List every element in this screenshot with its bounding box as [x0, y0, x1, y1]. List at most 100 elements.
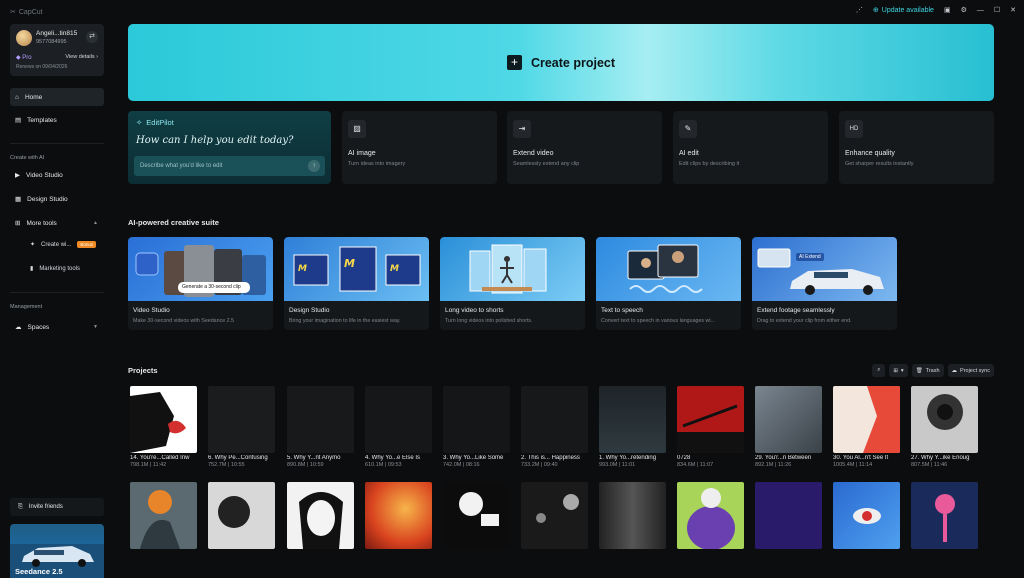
- project-title: 1. Why Yo...retending: [599, 455, 657, 461]
- view-details-label: View details: [65, 54, 95, 60]
- project-thumb[interactable]: [833, 386, 900, 453]
- thumb-art: [218, 496, 250, 528]
- project-thumb[interactable]: [599, 482, 666, 549]
- project-thumb[interactable]: [911, 386, 978, 453]
- project-thumb[interactable]: [130, 482, 197, 549]
- project-thumb[interactable]: [208, 482, 275, 549]
- sidebar-subitem-label: Marketing tools: [39, 265, 80, 272]
- sync-label: Project sync: [960, 367, 990, 374]
- view-details-link[interactable]: View details ›: [65, 54, 98, 60]
- divider: [10, 143, 104, 144]
- project-thumb[interactable]: [755, 386, 822, 453]
- project-thumb[interactable]: [287, 482, 354, 549]
- sidebar-item-label: Design Studio: [27, 195, 68, 203]
- create-project-label: Create project: [530, 55, 616, 70]
- project-thumb[interactable]: [365, 386, 432, 453]
- home-icon: ⌂: [15, 93, 19, 101]
- project-thumb[interactable]: [130, 386, 197, 453]
- project-title: 14. You're...Called Inw: [130, 455, 190, 461]
- suite-card-video-studio[interactable]: Generate a 30-second clip Video Studio M…: [128, 237, 273, 330]
- plus-icon: +: [506, 55, 522, 70]
- ai-extend-badge: AI Extend: [796, 253, 824, 261]
- svg-text:M: M: [298, 264, 307, 274]
- main-area: + Create project ✧ EditPilot How can I h…: [112, 0, 1024, 552]
- section-label: Create with AI: [10, 155, 45, 161]
- card-title: Text to speech: [601, 307, 643, 314]
- sidebar-item-design-studio[interactable]: ▦ Design Studio: [10, 190, 104, 208]
- card-subtitle: Make 30-second videos with Seedance 2.5: [133, 318, 234, 324]
- thumb-art: [677, 404, 744, 453]
- send-icon[interactable]: ↑: [308, 160, 320, 172]
- editpilot-title-label: EditPilot: [146, 118, 174, 127]
- editpilot-placeholder: Describe what you'd like to edit: [140, 163, 223, 169]
- avatar[interactable]: [16, 30, 32, 46]
- diamond-icon: ◆: [16, 55, 21, 61]
- card-subtitle: Convert text to speech in various langua…: [601, 318, 715, 324]
- project-thumb[interactable]: [521, 482, 588, 549]
- invite-label: Invite friends: [28, 504, 63, 510]
- card-image: AI Extend: [752, 237, 897, 301]
- suite-card-design-studio[interactable]: M M M Design Studio Bring your imaginati…: [284, 237, 429, 330]
- view-toggle[interactable]: ⊞ ▾: [889, 364, 908, 377]
- card-title: Video Studio: [133, 307, 170, 314]
- project-thumb[interactable]: [443, 386, 510, 453]
- editpilot-icon: ✧: [136, 118, 143, 127]
- sidebar-item-video-studio[interactable]: ▶ Video Studio: [10, 166, 104, 184]
- trash-button[interactable]: 🗑 Trash: [911, 364, 944, 377]
- sidebar-item-more-tools[interactable]: ⊞ More tools ▲: [10, 214, 104, 232]
- project-thumb[interactable]: [677, 482, 744, 549]
- renew-date: Renews on 09/04/2026: [16, 64, 68, 70]
- project-thumb[interactable]: [208, 386, 275, 453]
- tool-extend-video[interactable]: ⇥ Extend video Seamlessly extend any cli…: [507, 111, 662, 184]
- sidebar-item-label: More tools: [26, 219, 57, 227]
- project-thumb[interactable]: [287, 386, 354, 453]
- card-subtitle: Turn long videos into polished shorts.: [445, 318, 533, 324]
- suite-heading: AI-powered creative suite: [128, 218, 219, 227]
- sidebar-subitem-marketing[interactable]: ▮ Marketing tools: [30, 265, 80, 273]
- editpilot-input[interactable]: Describe what you'd like to edit ↑: [134, 156, 325, 176]
- promo-banner[interactable]: Seedance 2.5: [10, 524, 104, 578]
- account-card[interactable]: Angeli...tin815 9577084995 ⇄ ◆ Pro View …: [10, 24, 104, 76]
- project-thumb[interactable]: [521, 386, 588, 453]
- image-icon: ▨: [348, 120, 366, 138]
- sidebar-item-label: Spaces: [27, 323, 50, 331]
- grid-view-icon: ⊞: [893, 367, 898, 374]
- project-thumb[interactable]: [599, 386, 666, 453]
- thumb-art: [140, 490, 180, 549]
- tool-ai-image[interactable]: ▨ AI image Turn ideas into imagery: [342, 111, 497, 184]
- gift-icon: ⎘: [18, 503, 23, 510]
- invite-friends-button[interactable]: ⎘ Invite friends: [10, 498, 104, 516]
- card-image: Generate a 30-second clip: [128, 237, 273, 301]
- project-title: 30. You Al...n't See It: [833, 455, 889, 461]
- project-thumb[interactable]: [365, 482, 432, 549]
- project-thumb[interactable]: [443, 482, 510, 549]
- project-thumb[interactable]: [677, 386, 744, 453]
- search-icon[interactable]: ⌕: [872, 364, 886, 377]
- suite-card-text-to-speech[interactable]: Text to speech Convert text to speech in…: [596, 237, 741, 330]
- card-image: M M M: [284, 237, 429, 301]
- create-project-button[interactable]: + Create project: [128, 24, 994, 101]
- suite-card-long-to-shorts[interactable]: Long video to shorts Turn long videos in…: [440, 237, 585, 330]
- sidebar-item-spaces[interactable]: ☁ Spaces ▼: [10, 318, 104, 336]
- project-meta: 742.0M | 08:16: [443, 462, 480, 468]
- project-meta: 892.1M | 11:26: [755, 462, 792, 468]
- tool-enhance-quality[interactable]: HD Enhance quality Get sharper results i…: [839, 111, 994, 184]
- tool-ai-edit[interactable]: ✎ AI edit Edit clips by describing it: [673, 111, 828, 184]
- editpilot-question: How can I help you edit today?: [136, 135, 294, 146]
- plan-badge: ◆ Pro: [16, 54, 32, 61]
- project-thumb[interactable]: [755, 482, 822, 549]
- project-thumb[interactable]: [911, 482, 978, 549]
- card-subtitle: Drag to extend your clip from either end…: [757, 318, 852, 324]
- suite-card-extend-footage[interactable]: AI Extend Extend footage seamlessly Drag…: [752, 237, 897, 330]
- project-thumb[interactable]: [833, 482, 900, 549]
- thumb-art: [927, 394, 963, 430]
- sidebar-item-home[interactable]: ⌂ Home: [10, 88, 104, 106]
- tool-subtitle: Get sharper results instantly: [845, 161, 914, 167]
- project-sync-button[interactable]: ☁ Project sync: [947, 364, 994, 377]
- project-title: 4. Why Yo...e Else Is: [365, 455, 421, 461]
- sidebar-item-templates[interactable]: ▤ Templates: [10, 111, 104, 129]
- switch-account-icon[interactable]: ⇄: [86, 31, 98, 43]
- sidebar-subitem-create[interactable]: ✦ Create wi... Bonus: [30, 241, 97, 248]
- capcut-logo-icon: ✂: [10, 9, 16, 16]
- project-meta: 610.1M | 09:53: [365, 462, 402, 468]
